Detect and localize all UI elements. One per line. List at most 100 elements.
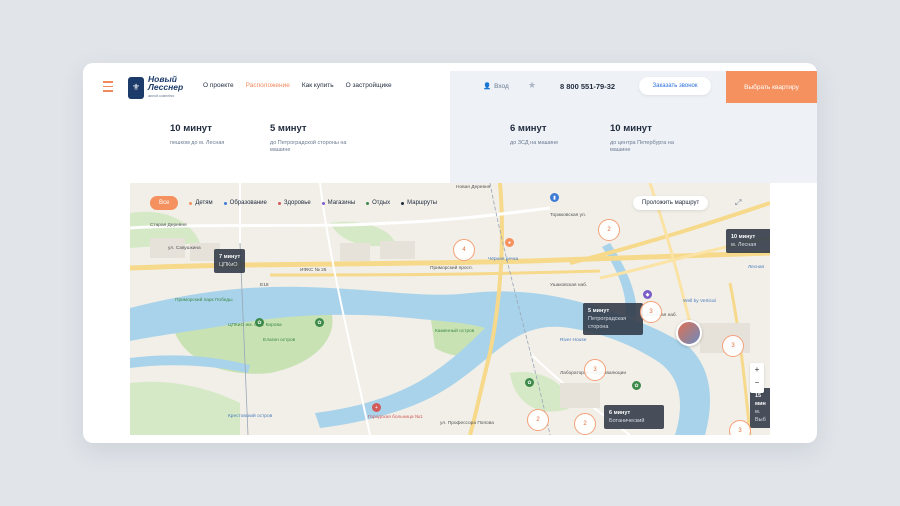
- filter-bar: Все Детям Образование Здоровье Магазины …: [150, 196, 437, 210]
- route-tooltip-petrograd[interactable]: 5 минут Петроградская сторона: [583, 303, 643, 335]
- filter-label: Здоровье: [283, 200, 311, 206]
- stat-value: 5 минут: [270, 123, 307, 134]
- stat-zsd: 6 минут до ЗСД на машине: [510, 123, 590, 147]
- poi-cluster[interactable]: 3: [729, 420, 751, 435]
- filter-label: Отдых: [372, 200, 391, 206]
- route-tooltip-cpkio[interactable]: 7 минут ЦПКиО: [214, 249, 246, 273]
- label-prof-popov: ул. Профессора Попова: [440, 421, 494, 426]
- route-tooltip-lesnaya[interactable]: 10 минут м. Лесная: [726, 229, 770, 253]
- filter-shops[interactable]: Магазины: [321, 200, 356, 206]
- filter-all-button[interactable]: Все: [150, 196, 179, 210]
- menu-icon[interactable]: [103, 81, 113, 92]
- label-gorodskaya: Городская больница №1: [368, 415, 423, 420]
- filter-health[interactable]: Здоровье: [277, 200, 311, 206]
- build-route-button[interactable]: Проложить маршрут: [633, 196, 709, 210]
- zoom-control[interactable]: + −: [750, 363, 764, 393]
- fullscreen-icon[interactable]: ⤢: [735, 198, 741, 208]
- complex-photo-marker[interactable]: [676, 320, 702, 346]
- stat-value: 10 минут: [170, 123, 212, 134]
- leisure-poi-icon[interactable]: ✿: [632, 381, 641, 390]
- stat-petrograd: 5 минут до Петроградской стороны на маши…: [270, 123, 350, 154]
- poi-cluster[interactable]: 2: [574, 413, 596, 435]
- label-primorsky: Приморский просп.: [430, 266, 473, 271]
- label-torzhkovskaya: Торжковская ул.: [550, 213, 587, 218]
- tooltip-time: 7 минут: [219, 254, 241, 260]
- logo-line-2: Лесснер: [148, 82, 184, 92]
- filter-dot-icon: [277, 201, 281, 205]
- stats-left-panel: 10 минут пешком до м. Лесная 5 минут до …: [83, 103, 450, 183]
- filter-kids[interactable]: Детям: [189, 200, 213, 206]
- filter-leisure[interactable]: Отдых: [366, 200, 390, 206]
- favorites-star-icon[interactable]: ★: [528, 80, 536, 91]
- callback-button[interactable]: Заказать звонок: [639, 77, 711, 95]
- label-lesnaya: Лесная: [748, 265, 765, 270]
- filter-label: Магазины: [327, 200, 356, 206]
- label-kamenny: Каменный остров: [435, 329, 475, 334]
- zoom-in-icon[interactable]: +: [750, 363, 764, 376]
- label-inks: ИФКС № 26: [300, 268, 327, 273]
- leisure-poi-icon[interactable]: ✿: [525, 378, 534, 387]
- filter-dot-icon: [189, 201, 193, 205]
- tooltip-place: ЦПКиО: [219, 262, 238, 268]
- label-primorsky-park: Приморский парк Победы: [175, 298, 233, 303]
- stat-desc: до центра Петербурга на машине: [610, 140, 674, 153]
- logo-emblem-icon: ⚜: [128, 76, 144, 99]
- kids-poi-icon[interactable]: ●: [505, 238, 514, 247]
- filter-education[interactable]: Образование: [223, 200, 267, 206]
- label-staraya-derevnya: Старая Деревня: [150, 223, 187, 228]
- nav-how-to-buy[interactable]: Как купить: [302, 82, 334, 89]
- logo[interactable]: ⚜ Новый Лесснер жилой комплекс: [128, 75, 183, 100]
- filter-dot-icon: [223, 201, 227, 205]
- tooltip-time: 10 минут: [731, 234, 756, 240]
- login-link[interactable]: 👤 Вход: [483, 82, 509, 91]
- main-nav: О проекте Расположение Как купить О заст…: [203, 82, 392, 89]
- tooltip-place: Петроградская сторона: [588, 316, 627, 330]
- phone-number[interactable]: 8 800 551-79-32: [560, 82, 615, 91]
- poi-cluster[interactable]: 2: [527, 409, 549, 431]
- leisure-poi-icon[interactable]: ✿: [315, 318, 324, 327]
- label-river-house: River House: [560, 338, 587, 343]
- health-poi-icon[interactable]: +: [372, 403, 381, 412]
- filter-label: Образование: [229, 200, 267, 206]
- tooltip-time: 15 мин: [755, 393, 766, 407]
- shop-poi-icon[interactable]: ◆: [643, 290, 652, 299]
- poi-cluster[interactable]: 3: [640, 301, 662, 323]
- label-krestovsky: Крестовский остров: [228, 414, 273, 419]
- filter-label: Маршруты: [407, 200, 438, 206]
- filter-routes[interactable]: Маршруты: [401, 200, 437, 206]
- tooltip-time: 5 минут: [588, 308, 610, 314]
- nav-location[interactable]: Расположение: [246, 82, 290, 89]
- label-novaya-derevnya: Новая Деревня: [456, 185, 491, 190]
- label-e18: E18: [260, 283, 269, 288]
- label-savushkina: ул. Савушкина: [168, 246, 201, 251]
- poi-cluster[interactable]: 4: [453, 239, 475, 261]
- choose-apartment-button[interactable]: Выбрать квартиру: [726, 71, 817, 103]
- education-poi-icon[interactable]: ▮: [550, 193, 559, 202]
- route-tooltip-vyborgskaya[interactable]: 15 мин м. Выб: [750, 388, 770, 428]
- route-tooltip-botanical[interactable]: 6 минут Ботанический: [604, 405, 664, 429]
- logo-text: Новый Лесснер жилой комплекс: [148, 75, 183, 100]
- filter-dot-icon: [321, 201, 325, 205]
- zoom-out-icon[interactable]: −: [750, 376, 764, 389]
- tooltip-place: м. Лесная: [731, 242, 757, 248]
- stat-desc: пешком до м. Лесная: [170, 140, 225, 146]
- poi-cluster[interactable]: 3: [584, 359, 606, 381]
- stat-value: 10 минут: [610, 123, 652, 134]
- nav-developer[interactable]: О застройщике: [346, 82, 392, 89]
- poi-cluster[interactable]: 2: [598, 219, 620, 241]
- logo-subtitle: жилой комплекс: [148, 94, 175, 98]
- label-yelagin: Елагин остров: [263, 338, 296, 343]
- header: ⚜ Новый Лесснер жилой комплекс О проекте…: [83, 71, 817, 103]
- filter-dot-icon: [366, 201, 370, 205]
- map-canvas: [130, 183, 770, 435]
- poi-cluster[interactable]: 3: [722, 335, 744, 357]
- tooltip-place: м. Выб: [755, 409, 766, 423]
- leisure-poi-icon[interactable]: ✿: [255, 318, 264, 327]
- filter-label: Детям: [195, 200, 213, 206]
- stats-right-panel: 6 минут до ЗСД на машине 10 минут до цен…: [450, 103, 817, 183]
- nav-about[interactable]: О проекте: [203, 82, 234, 89]
- filter-dot-icon: [401, 201, 405, 205]
- map[interactable]: Новая Деревня Чёрная речка Приморский пр…: [130, 183, 770, 435]
- tooltip-time: 6 минут: [609, 410, 631, 416]
- stat-desc: до ЗСД на машине: [510, 140, 559, 146]
